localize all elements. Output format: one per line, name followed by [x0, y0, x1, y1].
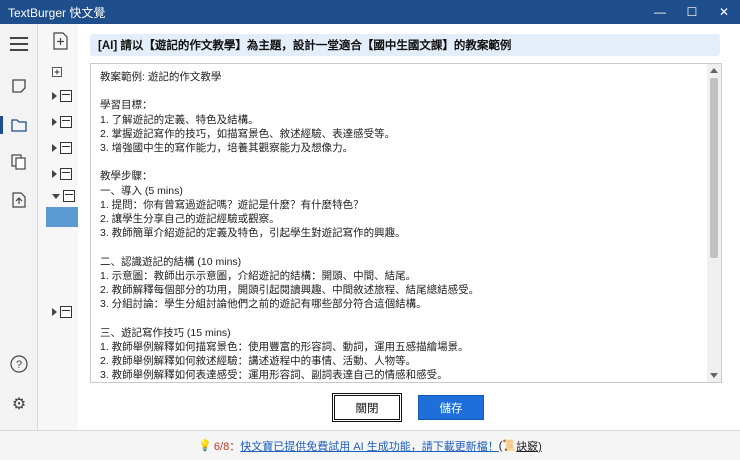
- close-button[interactable]: 關閉: [332, 393, 402, 422]
- folder-icon[interactable]: [9, 115, 29, 135]
- save-button[interactable]: 儲存: [418, 395, 484, 420]
- prompt-banner: [AI] 請以【遊記的作文教學】為主題，設計一堂適合【國中生國文課】的教案範例: [90, 34, 720, 56]
- document-icon: [63, 190, 75, 202]
- document-icon: [60, 90, 72, 102]
- chevron-down-icon: [52, 193, 60, 199]
- minimize-button[interactable]: —: [644, 0, 676, 24]
- document-icon: [60, 306, 72, 318]
- document-icon: [60, 116, 72, 128]
- tree-item[interactable]: [52, 142, 72, 154]
- selected-tree-item[interactable]: [46, 207, 78, 227]
- status-bar: 💡 6/8： 快文寶已提供免費試用 AI 生成功能，請下載更新檔！ (📜 訣竅): [0, 430, 740, 460]
- copy-icon[interactable]: [9, 152, 29, 172]
- help-icon[interactable]: ?: [9, 354, 29, 374]
- svg-text:?: ?: [16, 359, 22, 371]
- maximize-button[interactable]: ☐: [676, 0, 708, 24]
- chevron-right-icon: [52, 144, 57, 152]
- result-textarea[interactable]: 教案範例: 遊記的作文教學 學習目標： 1. 了解遊記的定義、特色及結構。 2.…: [90, 63, 722, 383]
- tree-item[interactable]: [52, 90, 72, 102]
- title-bar: TextBurger 快文覺 — ☐ ✕: [0, 0, 740, 24]
- scroll-icon: (📜: [498, 440, 517, 452]
- selected-indicator: [0, 116, 3, 134]
- lightbulb-icon: 💡: [198, 440, 212, 452]
- tree-item[interactable]: [52, 306, 72, 318]
- export-icon[interactable]: [9, 190, 29, 210]
- chevron-right-icon: [52, 92, 57, 100]
- note-icon[interactable]: [9, 76, 29, 96]
- document-icon: [60, 168, 72, 180]
- vertical-scrollbar[interactable]: [707, 64, 721, 382]
- window-title: TextBurger 快文覺: [8, 5, 106, 20]
- update-link[interactable]: 快文寶已提供免費試用 AI 生成功能，請下載更新檔！: [240, 438, 499, 454]
- close-window-button[interactable]: ✕: [708, 0, 740, 24]
- ai-result-dialog: [AI] 請以【遊記的作文教學】為主題，設計一堂適合【國中生國文課】的教案範例 …: [78, 24, 740, 430]
- document-tree: [38, 24, 78, 430]
- scroll-down-icon[interactable]: [710, 373, 718, 378]
- scroll-thumb[interactable]: [710, 78, 718, 258]
- tree-item[interactable]: [52, 168, 72, 180]
- settings-icon[interactable]: ⚙: [9, 394, 29, 414]
- scroll-up-icon[interactable]: [710, 68, 718, 73]
- news-index: 6/8：: [213, 440, 241, 453]
- tips-link[interactable]: 訣竅): [516, 438, 542, 454]
- chevron-right-icon: [52, 118, 57, 126]
- menu-icon[interactable]: [9, 34, 29, 54]
- nav-rail: ? ⚙: [0, 24, 38, 430]
- tree-item[interactable]: [52, 190, 75, 202]
- result-text[interactable]: 教案範例: 遊記的作文教學 學習目標： 1. 了解遊記的定義、特色及結構。 2.…: [100, 70, 704, 382]
- tree-item[interactable]: [52, 116, 72, 128]
- chevron-right-icon: [52, 308, 57, 316]
- new-document-icon[interactable]: [52, 32, 70, 50]
- document-icon: [60, 142, 72, 154]
- chevron-right-icon: [52, 170, 57, 178]
- expand-all-icon[interactable]: [52, 67, 62, 77]
